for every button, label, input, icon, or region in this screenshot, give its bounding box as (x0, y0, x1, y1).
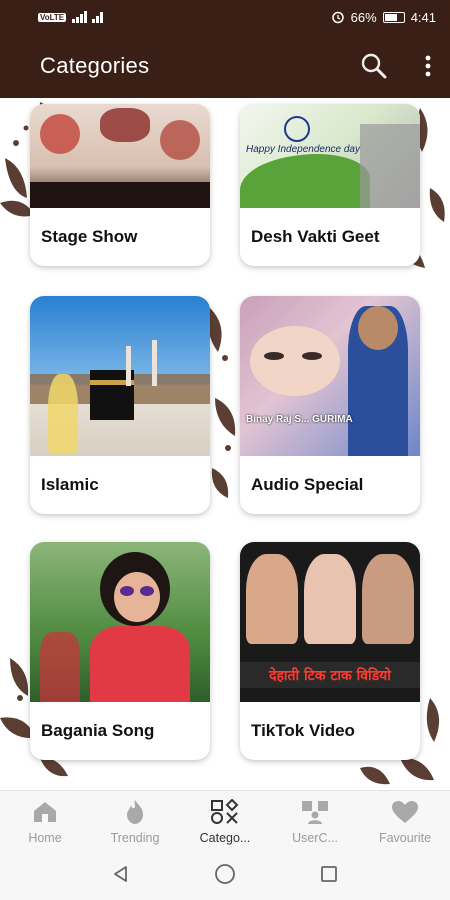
nav-label: Trending (110, 830, 160, 845)
heart-icon (390, 799, 420, 825)
category-card-islamic[interactable]: Islamic (30, 296, 210, 514)
category-label: TikTok Video (251, 721, 355, 740)
category-label: Islamic (41, 475, 99, 494)
category-card-bagania-song[interactable]: Bagania Song (30, 542, 210, 760)
nav-user-content[interactable]: UserC... (270, 791, 360, 852)
alarm-icon (331, 11, 344, 24)
category-label: Stage Show (41, 227, 138, 246)
signal-icon (72, 11, 104, 23)
fire-icon (120, 799, 150, 825)
status-left: VoLTE (38, 11, 106, 23)
category-thumbnail (30, 104, 210, 208)
search-icon[interactable] (360, 52, 388, 80)
category-thumbnail: देहाती टिक टाक विडियो (240, 542, 420, 702)
battery-icon (382, 11, 405, 23)
volte-indicator: VoLTE (38, 12, 67, 22)
nav-categories[interactable]: Catego... (180, 791, 270, 852)
nav-label: UserC... (292, 830, 338, 845)
category-label: Desh Vakti Geet (251, 227, 380, 246)
nav-trending[interactable]: Trending (90, 791, 180, 852)
category-card-audio-special[interactable]: Binay Raj S... GURIMA Audio Special (240, 296, 420, 514)
battery-percent: 66% (350, 9, 377, 25)
bottom-navigation: Home Trending Catego... UserC... Favouri… (0, 790, 450, 852)
thumbnail-caption: देहाती टिक टाक विडियो (269, 668, 391, 684)
status-bar: VoLTE 66% 4:41 (0, 0, 450, 34)
nav-label: Catego... (199, 830, 251, 845)
clock: 4:41 (410, 9, 436, 25)
category-label: Bagania Song (41, 721, 155, 740)
nav-label: Home (28, 830, 62, 845)
back-icon[interactable] (111, 864, 131, 889)
thumbnail-caption: Binay Raj S... GURIMA (246, 414, 353, 425)
category-card-desh-vakti-geet[interactable]: Happy Independence day Desh Vakti Geet (240, 104, 420, 266)
status-right: 66% 4:41 (331, 10, 436, 25)
category-card-stage-show[interactable]: Stage Show (30, 104, 210, 266)
app-bar-actions (360, 52, 432, 80)
category-thumbnail (30, 296, 210, 456)
home-icon (30, 799, 60, 825)
category-card-tiktok-video[interactable]: देहाती टिक टाक विडियो TikTok Video (240, 542, 420, 760)
nav-favourite[interactable]: Favourite (360, 791, 450, 852)
thumbnail-caption: Happy Independence day (246, 144, 360, 155)
categories-icon (210, 798, 240, 825)
category-thumbnail (30, 542, 210, 702)
category-label: Audio Special (251, 475, 364, 494)
category-grid: Stage Show Happy Independence day Desh V… (0, 98, 450, 790)
home-circle-icon[interactable] (214, 863, 236, 890)
page-title: Categories (40, 53, 150, 78)
more-vertical-icon[interactable] (424, 55, 432, 77)
nav-label: Favourite (378, 830, 432, 845)
system-navigation-bar (0, 852, 450, 900)
nav-home[interactable]: Home (0, 791, 90, 852)
recents-icon[interactable] (319, 864, 339, 889)
category-thumbnail: Binay Raj S... GURIMA (240, 296, 420, 456)
category-thumbnail: Happy Independence day (240, 104, 420, 208)
user-content-icon (300, 799, 330, 825)
app-bar: Categories (0, 34, 450, 98)
